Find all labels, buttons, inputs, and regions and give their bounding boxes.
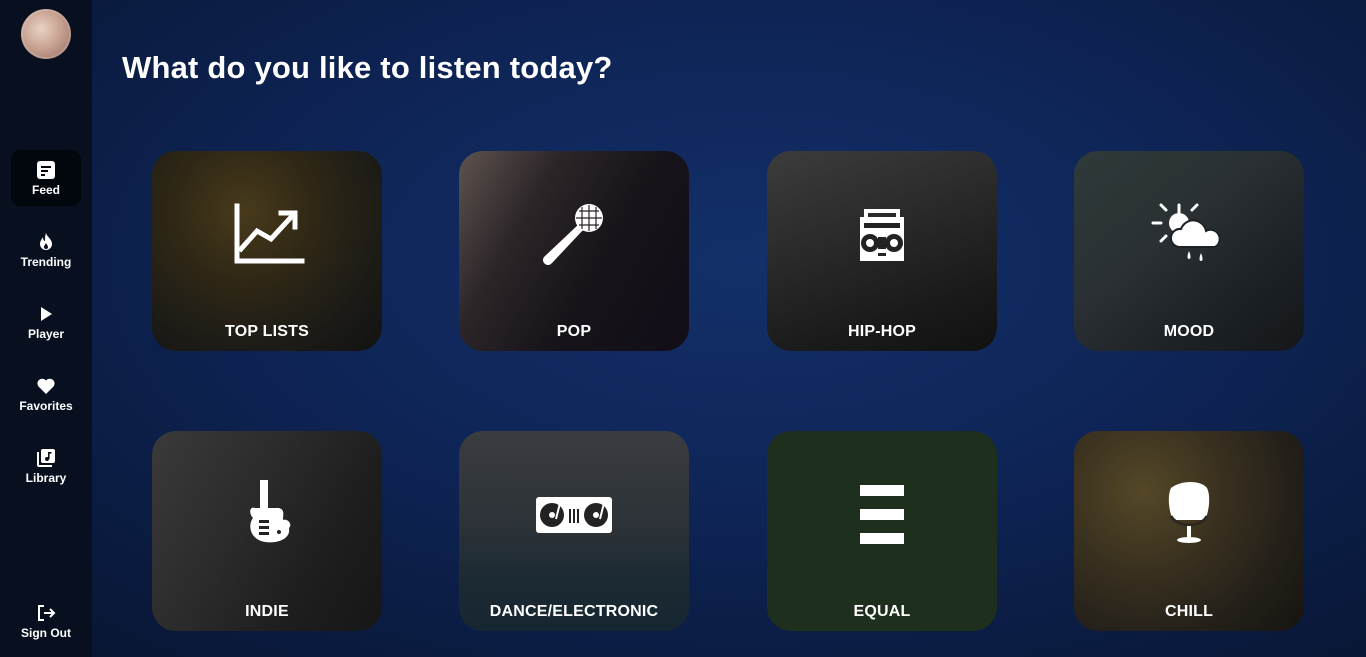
- page-title: What do you like to listen today?: [122, 50, 613, 85]
- equal-bars-icon: [842, 481, 922, 551]
- category-card-equal[interactable]: EQUAL: [767, 431, 997, 631]
- turntable-icon: [534, 481, 614, 551]
- play-icon: [41, 306, 52, 321]
- boombox-icon: [842, 201, 922, 271]
- sign-out-icon: [38, 604, 56, 621]
- trend-chart-icon: [227, 201, 307, 271]
- sidebar-item-player[interactable]: Player: [11, 294, 81, 350]
- sidebar-item-favorites[interactable]: Favorites: [11, 366, 81, 422]
- category-card-dance-electronic[interactable]: DANCE/ELECTRONIC: [459, 431, 689, 631]
- sidebar-item-label: Favorites: [19, 398, 73, 413]
- category-label: INDIE: [245, 603, 289, 620]
- category-card-pop[interactable]: POP: [459, 151, 689, 351]
- heart-icon: [37, 378, 55, 394]
- sign-out-label: Sign Out: [21, 625, 71, 640]
- flame-icon: [40, 232, 52, 250]
- category-label: CHILL: [1164, 603, 1214, 620]
- category-card-mood[interactable]: MOOD: [1074, 151, 1304, 351]
- electric-guitar-icon: [227, 480, 307, 551]
- category-card-chill[interactable]: CHILL: [1074, 431, 1304, 631]
- sidebar-item-label: Library: [25, 470, 67, 485]
- category-label: POP: [556, 323, 592, 340]
- category-label: EQUAL: [853, 603, 911, 620]
- microphone-icon: [534, 201, 614, 271]
- sign-out-button[interactable]: Sign Out: [11, 593, 81, 649]
- category-card-hip-hop[interactable]: HIP-HOP: [767, 151, 997, 351]
- category-label: HIP-HOP: [847, 323, 917, 340]
- category-label: TOP LISTS: [225, 323, 309, 340]
- sidebar-item-library[interactable]: Library: [11, 438, 81, 494]
- feed-icon: [37, 160, 55, 179]
- category-label: MOOD: [1163, 323, 1215, 340]
- sidebar-item-feed[interactable]: Feed: [11, 150, 81, 206]
- sidebar-item-label: Player: [27, 326, 65, 341]
- sidebar-item-label: Trending: [20, 254, 72, 269]
- weather-icon: [1149, 201, 1229, 271]
- sidebar-item-label: Feed: [31, 182, 60, 197]
- sidebar-item-trending[interactable]: Trending: [11, 222, 81, 278]
- library-icon: [37, 448, 55, 467]
- category-card-top-lists[interactable]: TOP LISTS: [152, 151, 382, 351]
- sidebar: Feed Trending Player Favorites Library S…: [0, 0, 92, 657]
- category-label: DANCE/ELECTRONIC: [489, 603, 659, 620]
- egg-chair-icon: [1149, 481, 1229, 551]
- category-card-indie[interactable]: INDIE: [152, 431, 382, 631]
- avatar[interactable]: [21, 9, 71, 59]
